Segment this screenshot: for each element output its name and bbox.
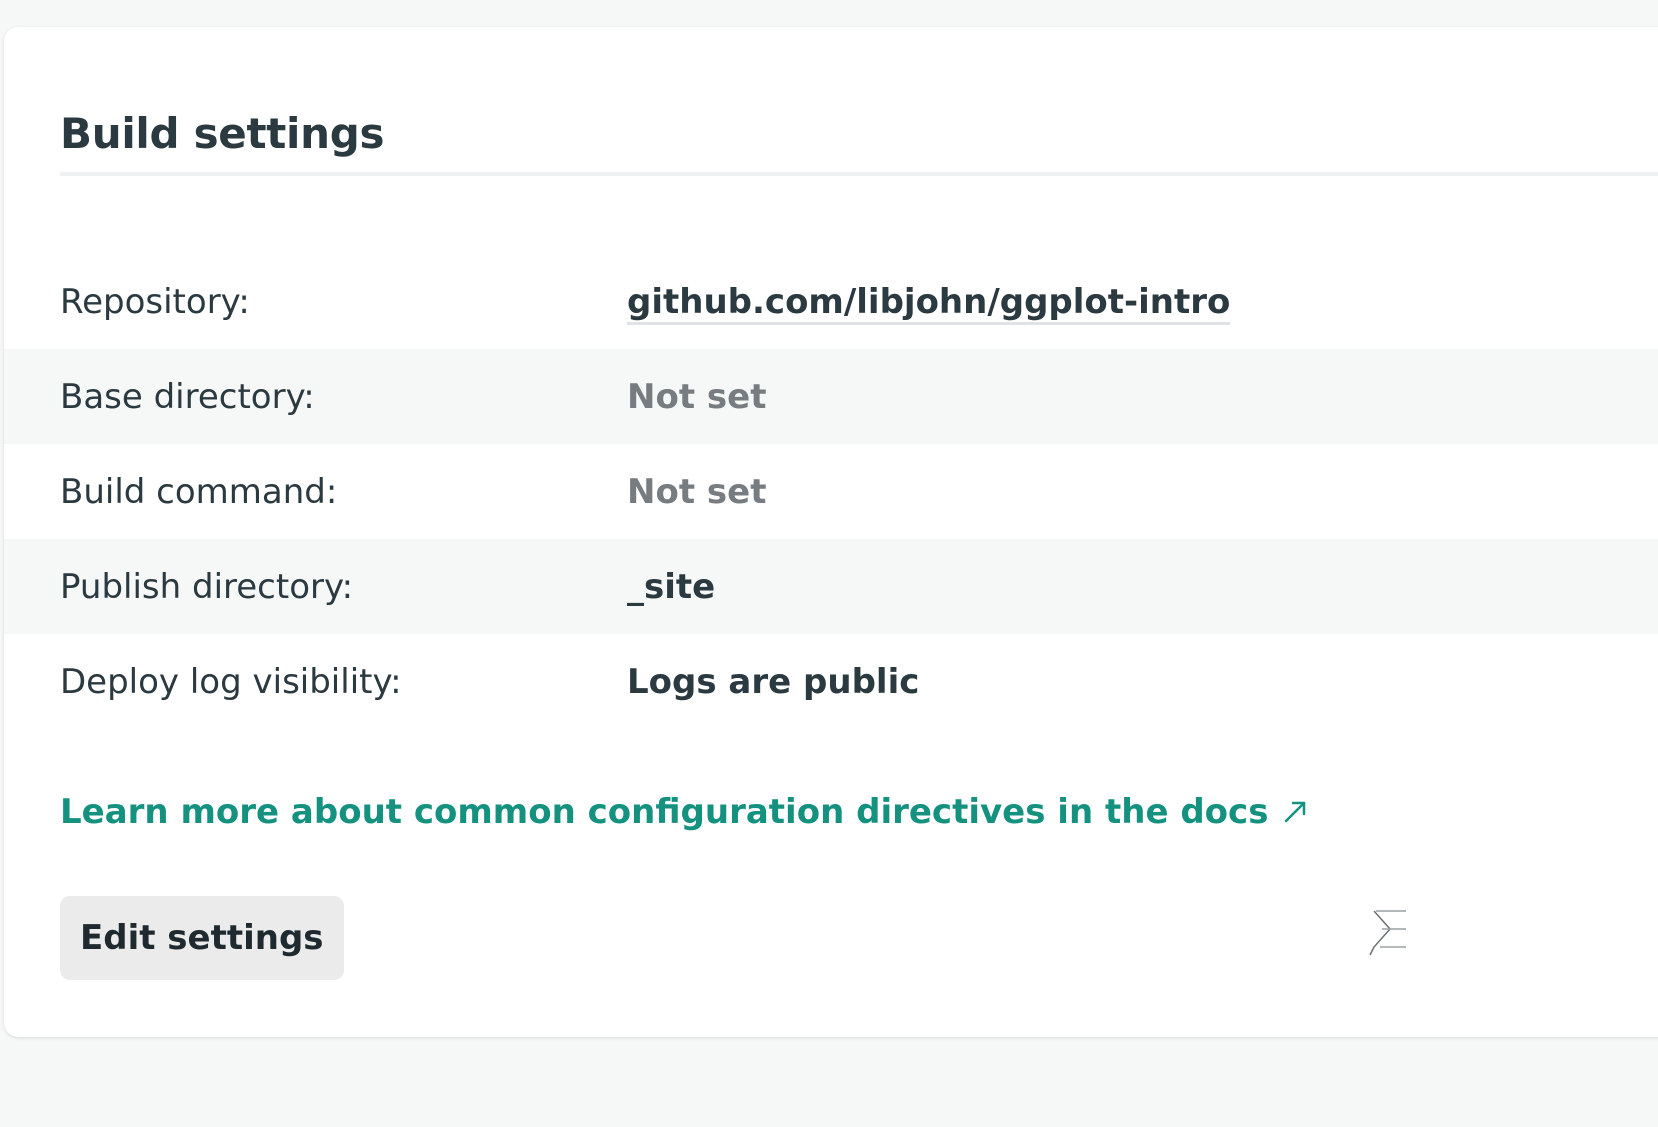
settings-list: Repository: github.com/libjohn/ggplot-in… (4, 254, 1658, 729)
setting-label: Publish directory: (60, 566, 354, 607)
setting-label: Base directory: (60, 376, 315, 417)
setting-value: _site (627, 566, 716, 607)
setting-value: Logs are public (627, 661, 920, 702)
docs-link[interactable]: Learn more about common configuration di… (60, 792, 1308, 832)
setting-row-build-command: Build command: Not set (4, 444, 1658, 539)
repository-link[interactable]: github.com/libjohn/ggplot-intro (627, 281, 1231, 325)
setting-row-base-directory: Base directory: Not set (4, 349, 1658, 444)
setting-label: Build command: (60, 471, 338, 512)
card-title: Build settings (60, 109, 385, 158)
setting-row-deploy-log-visibility: Deploy log visibility: Logs are public (4, 634, 1658, 729)
setting-value: Not set (627, 471, 767, 512)
edit-settings-button[interactable]: Edit settings (60, 896, 344, 980)
setting-label: Repository: (60, 281, 250, 322)
external-arrow-icon (1285, 801, 1306, 823)
build-settings-card: Build settings Repository: github.com/li… (4, 27, 1658, 1037)
setting-row-publish-directory: Publish directory: _site (4, 539, 1658, 634)
docs-link-text: Learn more about common configuration di… (60, 792, 1269, 832)
watermark-logo-icon (1369, 910, 1406, 956)
setting-row-repository: Repository: github.com/libjohn/ggplot-in… (4, 254, 1658, 349)
setting-label: Deploy log visibility: (60, 661, 402, 702)
title-divider (60, 172, 1658, 176)
setting-value: Not set (627, 376, 767, 417)
